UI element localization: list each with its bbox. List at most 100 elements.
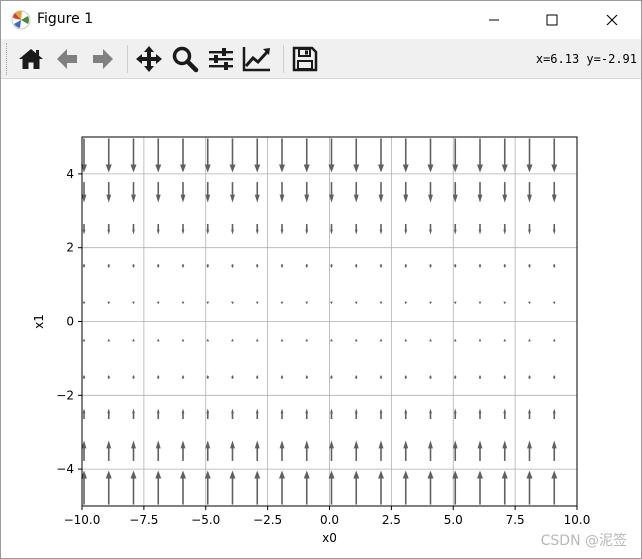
quiver-arrow	[353, 182, 359, 203]
arrow-head	[478, 338, 482, 342]
arrow-head	[551, 164, 558, 173]
quiver-arrow	[231, 374, 234, 379]
edit-axes-button[interactable]	[241, 43, 273, 75]
y-tick-label: 4	[66, 167, 74, 181]
quiver-arrow	[354, 338, 358, 342]
quiver-arrow	[107, 374, 111, 379]
x-tick-label: −7.5	[129, 513, 158, 527]
arrow-head	[305, 301, 309, 305]
arrow-head	[254, 470, 261, 479]
arrow-head	[280, 265, 284, 269]
arrow-head	[132, 408, 135, 414]
quiver-arrow	[181, 264, 185, 269]
quiver-arrow	[404, 301, 408, 305]
quiver-plot[interactable]: −10.0 −7.5 −5.0 −2.5 0.0 2.5 5.0 7.5 10.0 −4 −2 0 2 4…	[1, 80, 641, 558]
subplots-button[interactable]	[205, 43, 237, 75]
axis-ticks: −10.0 −7.5 −5.0 −2.5 0.0 2.5 5.0 7.5 10.0 −4 −2 0 2 4	[56, 167, 590, 527]
arrow-head	[230, 440, 235, 449]
magnifier-icon	[172, 46, 199, 73]
pan-button[interactable]	[133, 43, 165, 75]
quiver-arrow	[106, 440, 112, 461]
arrow-head	[132, 374, 135, 378]
arrow-head	[229, 164, 236, 173]
quiver-arrow	[132, 264, 135, 269]
arrow-head	[429, 338, 432, 342]
arrow-head	[206, 408, 210, 414]
figure-canvas[interactable]: −10.0 −7.5 −5.0 −2.5 0.0 2.5 5.0 7.5 10.0 −4 −2 0 2 4…	[1, 80, 641, 558]
arrow-head	[131, 440, 136, 449]
quiver-arrow	[453, 408, 457, 419]
arrow-head	[156, 265, 160, 269]
arrow-head	[528, 408, 531, 414]
arrow-head	[107, 229, 111, 235]
quiver-arrow	[156, 264, 160, 269]
arrow-head	[403, 440, 409, 449]
arrow-head	[478, 229, 482, 235]
quiver-arrow	[130, 138, 137, 173]
quiver-arrow	[255, 408, 259, 419]
quiver-arrow	[206, 338, 210, 342]
quiver-arrow	[304, 440, 310, 461]
quiver-arrow	[503, 224, 507, 235]
arrow-head	[254, 440, 260, 449]
quiver-arrow	[429, 224, 432, 235]
arrow-head	[181, 338, 185, 342]
back-button[interactable]	[51, 43, 83, 75]
quiver-arrow	[131, 182, 136, 203]
quiver-arrow	[379, 408, 383, 419]
quiver-arrow	[180, 440, 186, 461]
forward-button[interactable]	[87, 43, 119, 75]
arrow-head	[305, 229, 309, 235]
arrow-head	[427, 470, 434, 479]
quiver-arrow	[404, 264, 408, 269]
quiver-arrow	[528, 374, 531, 379]
arrow-head	[254, 164, 261, 173]
quiver-arrow	[230, 182, 235, 203]
quiver-arrow	[280, 224, 284, 235]
save-button[interactable]	[289, 43, 321, 75]
arrow-head	[503, 338, 507, 342]
maximize-button[interactable]	[529, 1, 575, 39]
arrow-head	[353, 194, 359, 203]
arrow-head	[305, 374, 309, 378]
close-button[interactable]	[589, 1, 635, 39]
arrow-head	[106, 440, 112, 449]
arrow-head	[206, 265, 210, 269]
quiver-arrow	[427, 470, 434, 505]
arrow-head	[429, 374, 432, 378]
arrow-head	[206, 229, 210, 235]
arrow-head	[404, 338, 408, 342]
quiver-arrow	[379, 264, 383, 269]
quiver-arrow	[155, 470, 162, 505]
arrow-head	[230, 194, 235, 203]
toolbar-grip[interactable]	[6, 43, 9, 75]
minimize-button[interactable]	[471, 1, 517, 39]
arrow-head	[156, 301, 160, 305]
quiver-arrow	[404, 338, 408, 342]
title-bar[interactable]: Figure 1	[1, 1, 641, 39]
arrow-head	[477, 470, 483, 479]
arrow-left-icon	[57, 49, 77, 69]
arrow-head	[305, 408, 309, 414]
arrow-head	[453, 374, 457, 378]
home-button[interactable]	[15, 43, 47, 75]
quiver-arrow	[82, 301, 86, 305]
quiver-arrow	[429, 374, 432, 379]
quiver-arrow	[453, 264, 457, 269]
x-tick-label: 10.0	[564, 513, 591, 527]
quiver-arrow	[527, 182, 532, 203]
floppy-disk-icon	[292, 46, 318, 72]
quiver-arrow	[206, 224, 210, 235]
arrow-head	[478, 374, 482, 378]
arrow-head	[255, 265, 259, 269]
quiver-arrow	[552, 338, 556, 342]
arrow-head	[305, 265, 309, 269]
arrow-head	[279, 164, 285, 173]
arrow-head	[82, 408, 86, 414]
arrow-head	[502, 440, 508, 449]
zoom-button[interactable]	[169, 43, 201, 75]
arrow-head	[379, 301, 383, 305]
quiver-arrow	[330, 408, 333, 419]
arrow-head	[478, 301, 482, 305]
arrow-head	[428, 440, 433, 449]
